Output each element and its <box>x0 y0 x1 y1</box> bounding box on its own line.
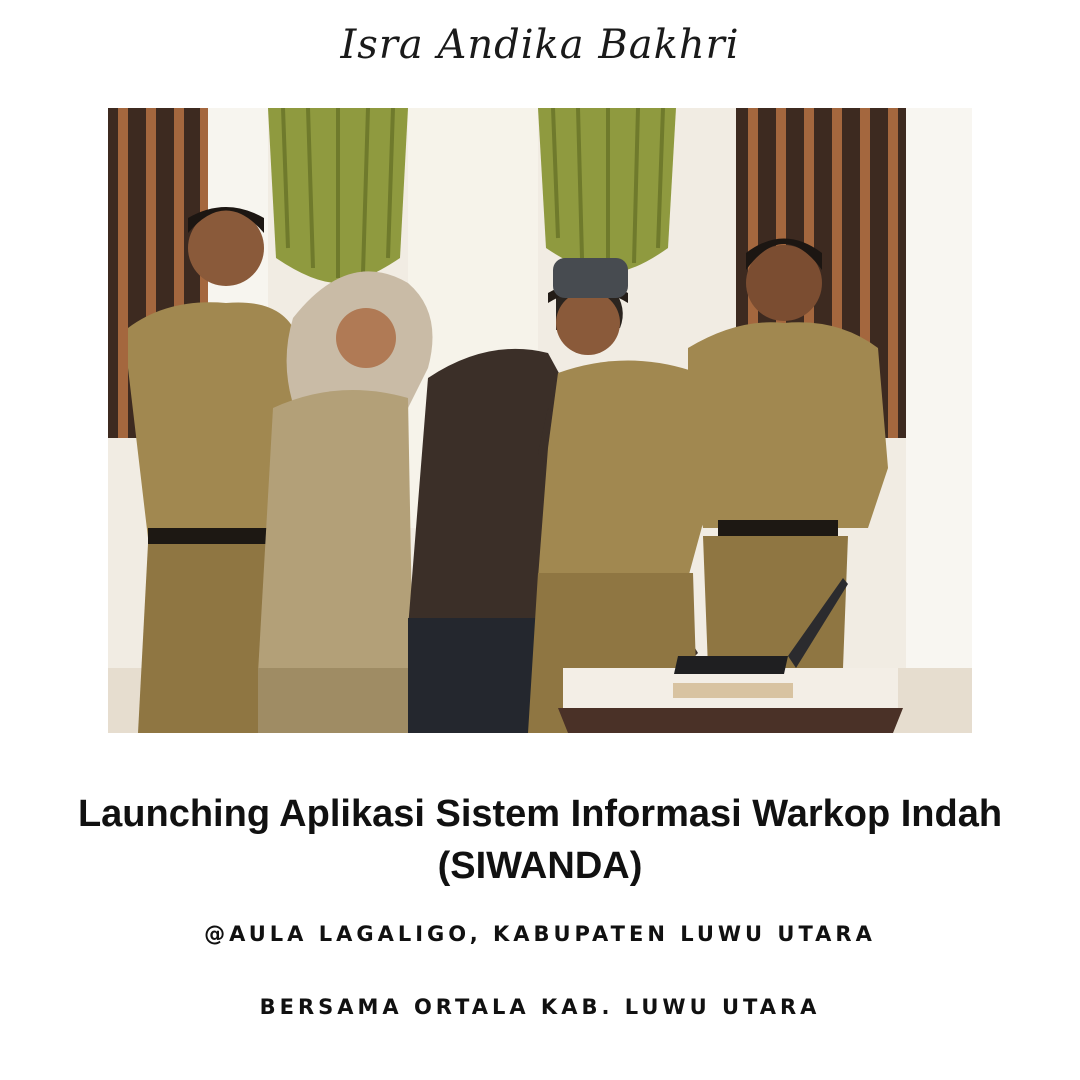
event-with: BERSAMA ORTALA KAB. LUWU UTARA <box>259 995 821 1019</box>
event-title-line-1: Launching Aplikasi Sistem Informasi Wark… <box>77 793 1003 835</box>
event-photo-illustration <box>108 108 972 733</box>
event-title: Launching Aplikasi Sistem Informasi Wark… <box>40 788 1040 892</box>
event-photo <box>108 108 972 733</box>
event-location: @AULA LAGALIGO, KABUPATEN LUWU UTARA <box>204 922 876 946</box>
signature-logo: Isra Andika Bakhri <box>340 22 740 68</box>
event-title-line-2: (SIWANDA) <box>437 845 643 887</box>
